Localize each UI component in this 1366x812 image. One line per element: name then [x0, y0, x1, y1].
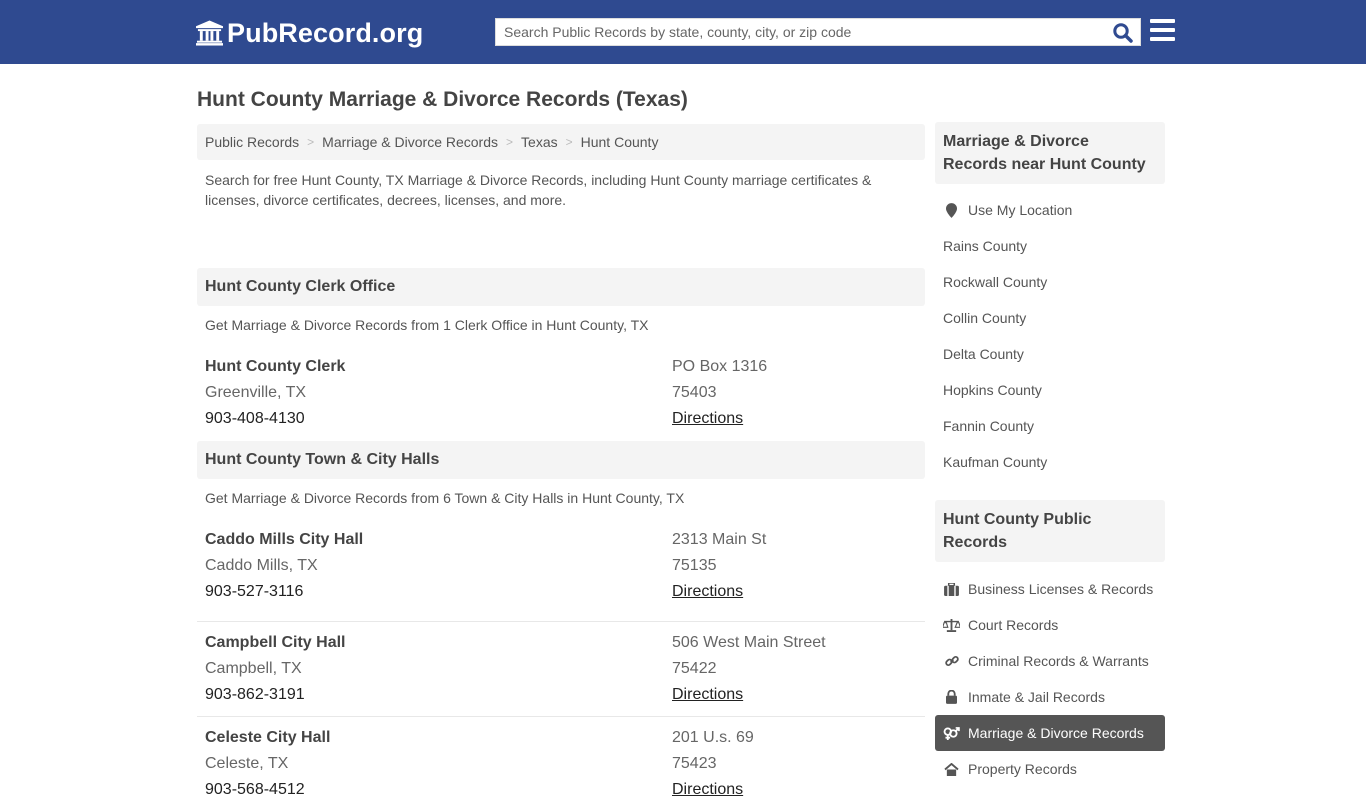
nearby-county-link[interactable]: Kaufman County [935, 444, 1165, 480]
sidebar-item-label: Property Records [968, 761, 1077, 777]
lock-icon [943, 689, 960, 706]
sidebar-item-inmate-records[interactable]: Inmate & Jail Records [935, 679, 1165, 715]
sidebar-item-label: Criminal Records & Warrants [968, 653, 1149, 669]
listing: Campbell City Hall Campbell, TX 903-862-… [197, 622, 925, 717]
courthouse-icon [196, 20, 223, 46]
menu-bar [1150, 37, 1175, 41]
nearby-records-heading: Marriage & Divorce Records near Hunt Cou… [935, 122, 1165, 184]
listing-city: Greenville, TX [205, 384, 307, 401]
use-my-location-link[interactable]: Use My Location [935, 192, 1165, 228]
directions-link[interactable]: Directions [672, 579, 766, 605]
link-icon [943, 653, 960, 670]
nearby-county-link[interactable]: Delta County [935, 336, 1165, 372]
nearby-county-link[interactable]: Fannin County [935, 408, 1165, 444]
sidebar-item-marriage-divorce[interactable]: Marriage & Divorce Records [935, 715, 1165, 751]
section-heading-city-halls: Hunt County Town & City Halls [197, 441, 925, 479]
search-button[interactable] [1112, 22, 1134, 44]
breadcrumb-separator: > [307, 135, 315, 149]
section-heading-clerk-office: Hunt County Clerk Office [197, 268, 925, 306]
listing-phone[interactable]: 903-408-4130 [205, 406, 345, 432]
breadcrumb-marriage-divorce[interactable]: Marriage & Divorce Records [322, 134, 498, 150]
listing-name: Caddo Mills City Hall [205, 531, 364, 548]
listing-address: 506 West Main Street [672, 634, 826, 651]
listing-address: PO Box 1316 [672, 358, 768, 375]
sidebar-item-criminal-records[interactable]: Criminal Records & Warrants [935, 643, 1165, 679]
listing: Hunt County Clerk Greenville, TX 903-408… [197, 354, 925, 441]
listing-address: 2313 Main St [672, 531, 767, 548]
listing-phone[interactable]: 903-527-3116 [205, 579, 363, 605]
listing-name: Hunt County Clerk [205, 358, 346, 375]
listing-zip: 75135 [672, 557, 717, 574]
search-box [495, 18, 1141, 46]
nearby-counties-list: Use My Location Rains County Rockwall Co… [935, 184, 1165, 492]
section-subtitle: Get Marriage & Divorce Records from 6 To… [205, 490, 685, 506]
briefcase-icon [943, 581, 960, 598]
sidebar-item-property-records[interactable]: Property Records [935, 751, 1165, 787]
public-records-list: Business Licenses & Records Court Record… [935, 562, 1165, 799]
listing-name: Campbell City Hall [205, 634, 346, 651]
listing-city: Celeste, TX [205, 755, 289, 772]
nearby-county-link[interactable]: Collin County [935, 300, 1165, 336]
public-records-heading: Hunt County Public Records [935, 500, 1165, 562]
breadcrumb-current: Hunt County [580, 134, 659, 150]
nearby-county-link[interactable]: Hopkins County [935, 372, 1165, 408]
sidebar-item-label: Court Records [968, 617, 1059, 633]
listing: Celeste City Hall Celeste, TX 903-568-45… [197, 717, 925, 812]
listing-phone[interactable]: 903-862-3191 [205, 682, 345, 708]
top-navbar: PubRecord.org [0, 0, 1366, 64]
nearby-county-link[interactable]: Rockwall County [935, 264, 1165, 300]
listing-zip: 75403 [672, 384, 717, 401]
listing-phone[interactable]: 903-568-4512 [205, 777, 330, 803]
directions-link[interactable]: Directions [672, 406, 767, 432]
menu-bar [1150, 28, 1175, 32]
menu-bar [1150, 19, 1175, 23]
sidebar-item-label: Business Licenses & Records [968, 581, 1154, 597]
intro-text: Search for free Hunt County, TX Marriage… [205, 172, 872, 208]
listing-zip: 75422 [672, 660, 717, 677]
logo-text: PubRecord.org [227, 17, 424, 48]
sidebar-item-label: Inmate & Jail Records [968, 689, 1105, 705]
sidebar-item-business-licenses[interactable]: Business Licenses & Records [935, 571, 1165, 607]
breadcrumb-separator: > [565, 135, 573, 149]
breadcrumb-separator: > [506, 135, 514, 149]
main-content: Public Records > Marriage & Divorce Reco… [197, 124, 925, 812]
use-my-location-label: Use My Location [968, 202, 1073, 218]
listing-city: Caddo Mills, TX [205, 557, 318, 574]
gender-icon [943, 725, 960, 742]
breadcrumb-texas[interactable]: Texas [521, 134, 558, 150]
listing-zip: 75423 [672, 755, 717, 772]
listing-name: Celeste City Hall [205, 729, 331, 746]
search-icon [1113, 23, 1133, 43]
home-icon [943, 761, 960, 778]
listing: Caddo Mills City Hall Caddo Mills, TX 90… [197, 527, 925, 622]
section-subtitle: Get Marriage & Divorce Records from 1 Cl… [205, 317, 649, 333]
directions-link[interactable]: Directions [672, 682, 826, 708]
breadcrumb: Public Records > Marriage & Divorce Reco… [197, 124, 925, 160]
map-marker-icon [943, 202, 960, 219]
directions-link[interactable]: Directions [672, 777, 754, 803]
sidebar: Marriage & Divorce Records near Hunt Cou… [935, 122, 1165, 799]
nearby-county-link[interactable]: Rains County [935, 228, 1165, 264]
scales-icon [943, 617, 960, 634]
listing-city: Campbell, TX [205, 660, 302, 677]
sidebar-item-label: Marriage & Divorce Records [968, 725, 1144, 741]
breadcrumb-public-records[interactable]: Public Records [205, 134, 299, 150]
hamburger-menu-button[interactable] [1150, 19, 1175, 43]
site-logo[interactable]: PubRecord.org [196, 17, 423, 49]
listing-address: 201 U.s. 69 [672, 729, 754, 746]
page-title: Hunt County Marriage & Divorce Records (… [197, 88, 688, 111]
search-input[interactable] [496, 19, 1106, 45]
sidebar-item-court-records[interactable]: Court Records [935, 607, 1165, 643]
